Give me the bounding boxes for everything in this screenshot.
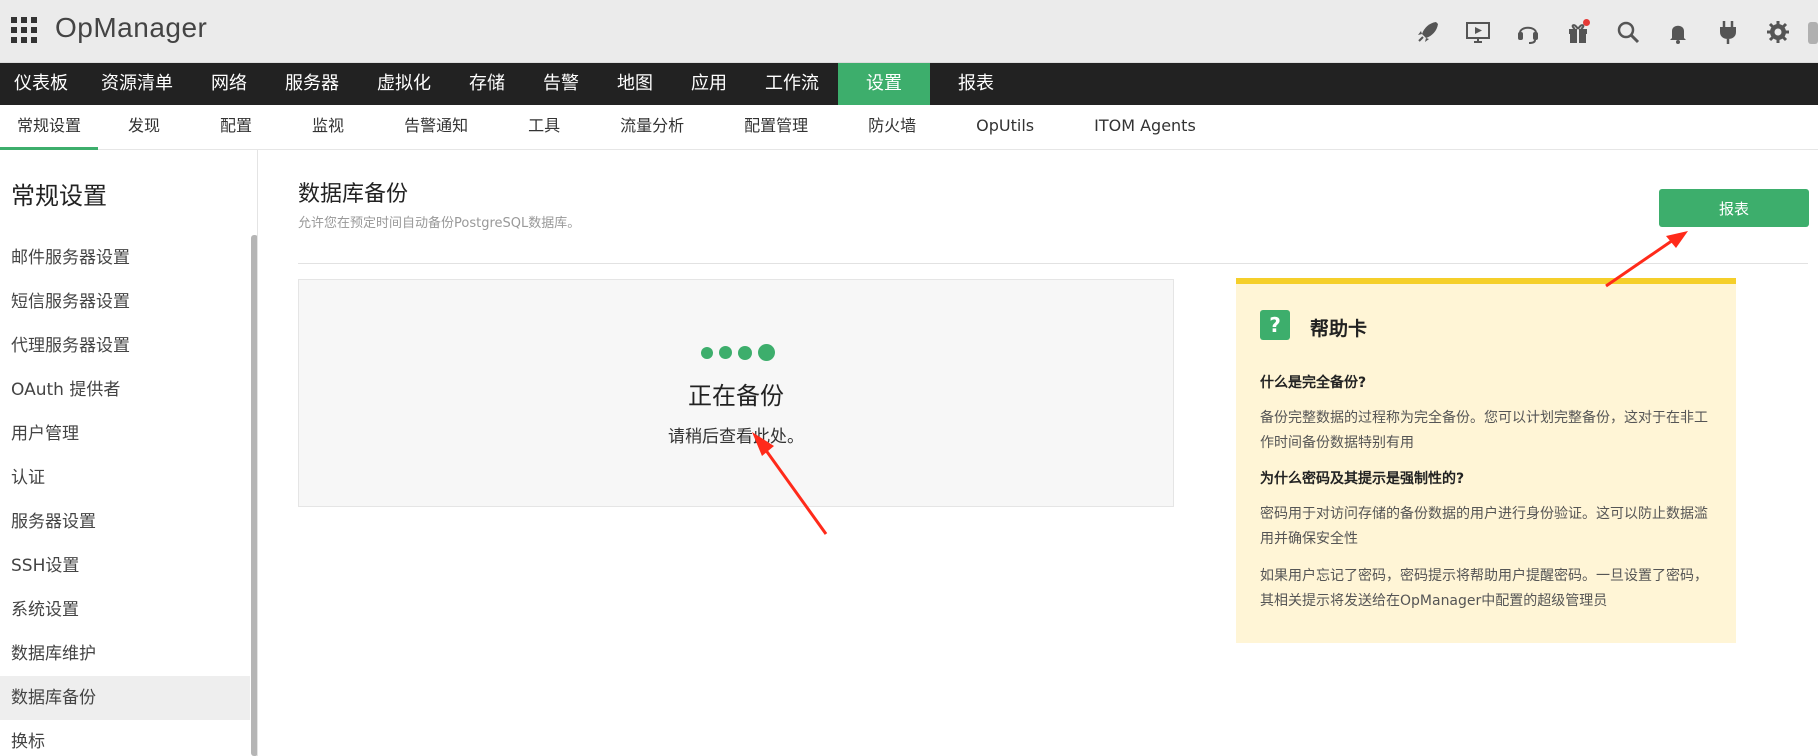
- headset-support-icon[interactable]: [1508, 12, 1548, 52]
- help-answer: 备份完整数据的过程称为完全备份。您可以计划完整备份，这对于在非工作时间备份数据特…: [1260, 410, 1708, 451]
- help-card: ? 帮助卡 什么是完全备份? 备份完整数据的过程称为完全备份。您可以计划完整备份…: [1236, 278, 1736, 643]
- nav-virtualization[interactable]: 虚拟化: [358, 63, 450, 105]
- help-question: 什么是完全备份?: [1260, 375, 1367, 391]
- subnav-configuration[interactable]: 配置: [190, 105, 282, 150]
- sidebar-item-ssh-settings[interactable]: SSH设置: [0, 544, 250, 588]
- nav-workflow[interactable]: 工作流: [746, 63, 838, 105]
- rocket-icon[interactable]: [1408, 12, 1448, 52]
- sidebar-item-server-settings[interactable]: 服务器设置: [0, 500, 250, 544]
- sidebar-item-sms-server[interactable]: 短信服务器设置: [0, 280, 250, 324]
- bell-icon[interactable]: [1658, 12, 1698, 52]
- sidebar-item-system-settings[interactable]: 系统设置: [0, 588, 250, 632]
- report-button[interactable]: 报表: [1659, 189, 1809, 227]
- notification-dot: [1583, 19, 1590, 26]
- nav-network[interactable]: 网络: [192, 63, 266, 105]
- sidebar-item-oauth-provider[interactable]: OAuth 提供者: [0, 368, 250, 412]
- help-card-title: 帮助卡: [1310, 318, 1368, 340]
- sidebar-item-proxy-server[interactable]: 代理服务器设置: [0, 324, 250, 368]
- help-question: 为什么密码及其提示是强制性的?: [1260, 471, 1465, 487]
- help-answer: 密码用于对访问存储的备份数据的用户进行身份验证。这可以防止数据滥用并确保安全性: [1260, 506, 1708, 547]
- main-nav: 仪表板 资源清单 网络 服务器 虚拟化 存储 告警 地图 应用 工作流 设置 报…: [0, 63, 1818, 105]
- nav-servers[interactable]: 服务器: [266, 63, 358, 105]
- nav-apps[interactable]: 应用: [672, 63, 746, 105]
- help-card-body: 什么是完全备份? 备份完整数据的过程称为完全备份。您可以计划完整备份，这对于在非…: [1260, 372, 1716, 626]
- sidebar-list: 邮件服务器设置 短信服务器设置 代理服务器设置 OAuth 提供者 用户管理 认…: [0, 236, 250, 756]
- sidebar-item-db-maintenance[interactable]: 数据库维护: [0, 632, 250, 676]
- gear-icon[interactable]: [1758, 12, 1798, 52]
- subnav-firewall[interactable]: 防火墙: [838, 105, 946, 150]
- nav-storage[interactable]: 存储: [450, 63, 524, 105]
- subnav-general-settings[interactable]: 常规设置: [0, 105, 99, 150]
- settings-sidebar: 常规设置 邮件服务器设置 短信服务器设置 代理服务器设置 OAuth 提供者 用…: [0, 150, 258, 756]
- gift-icon[interactable]: [1558, 12, 1598, 52]
- search-icon[interactable]: [1608, 12, 1648, 52]
- backup-status-message: 请稍后查看此处。: [668, 427, 804, 447]
- help-answer: 如果用户忘记了密码，密码提示将帮助用户提醒密码。一旦设置了密码，其相关提示将发送…: [1260, 568, 1708, 609]
- backup-status-panel: 正在备份 请稍后查看此处。: [298, 279, 1174, 507]
- subnav-monitoring[interactable]: 监视: [282, 105, 374, 150]
- top-header: OpManager: [0, 0, 1818, 63]
- loading-dots-icon: [701, 344, 781, 361]
- subnav-discovery[interactable]: 发现: [98, 105, 190, 150]
- backup-status-title: 正在备份: [688, 382, 784, 410]
- subnav-tools[interactable]: 工具: [498, 105, 590, 150]
- subnav-flow-analysis[interactable]: 流量分析: [590, 105, 714, 150]
- subnav-itom-agents[interactable]: ITOM Agents: [1064, 105, 1226, 150]
- nav-settings[interactable]: 设置: [838, 63, 930, 105]
- video-tutorial-icon[interactable]: [1458, 12, 1498, 52]
- nav-maps[interactable]: 地图: [598, 63, 672, 105]
- nav-alarms[interactable]: 告警: [524, 63, 598, 105]
- nav-inventory[interactable]: 资源清单: [82, 63, 192, 105]
- sidebar-scrollbar[interactable]: [251, 235, 257, 756]
- sidebar-item-authentication[interactable]: 认证: [0, 456, 250, 500]
- subnav-config-management[interactable]: 配置管理: [714, 105, 838, 150]
- nav-dashboard[interactable]: 仪表板: [0, 63, 82, 105]
- sidebar-item-rebranding[interactable]: 换标: [0, 720, 250, 756]
- sidebar-item-db-backup[interactable]: 数据库备份: [0, 676, 250, 720]
- help-question-icon: ?: [1260, 310, 1290, 340]
- app-switcher-icon[interactable]: [11, 17, 37, 43]
- nav-reports[interactable]: 报表: [930, 63, 1022, 105]
- app-name[interactable]: OpManager: [55, 12, 207, 44]
- header-toolbar: [1398, 12, 1818, 52]
- more-icon[interactable]: [1804, 12, 1818, 52]
- page-description: 允许您在预定时间自动备份PostgreSQL数据库。: [298, 216, 581, 231]
- sub-nav: 常规设置 发现 配置 监视 告警通知 工具 流量分析 配置管理 防火墙 OpUt…: [0, 105, 1818, 150]
- subnav-alarm-notification[interactable]: 告警通知: [374, 105, 498, 150]
- subnav-oputils[interactable]: OpUtils: [946, 105, 1064, 150]
- plug-icon[interactable]: [1708, 12, 1748, 52]
- header-divider: [298, 263, 1808, 264]
- page-title: 数据库备份: [298, 182, 409, 207]
- sidebar-title: 常规设置: [11, 182, 107, 210]
- sidebar-item-user-management[interactable]: 用户管理: [0, 412, 250, 456]
- sidebar-item-mail-server[interactable]: 邮件服务器设置: [0, 236, 250, 280]
